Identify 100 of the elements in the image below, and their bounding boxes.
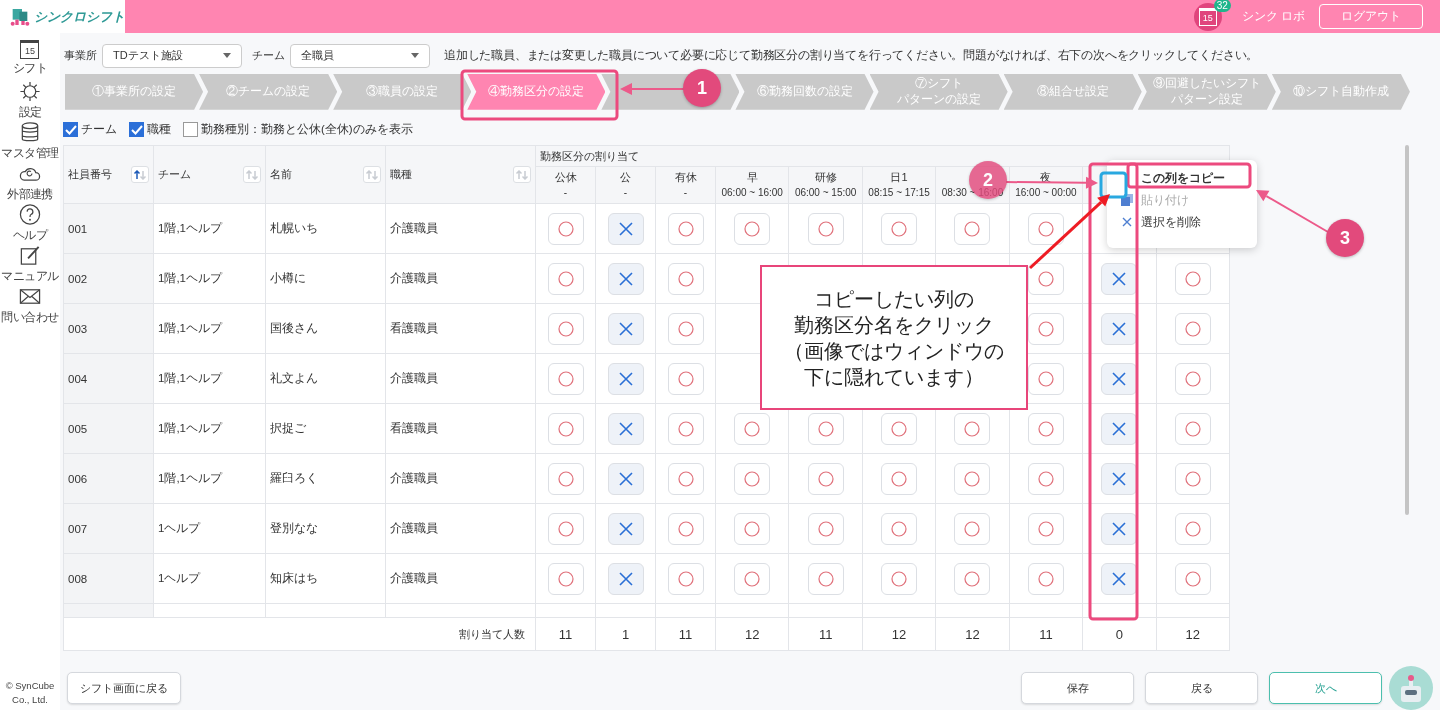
assignment-toggle[interactable] bbox=[954, 412, 991, 445]
assignment-toggle[interactable] bbox=[807, 412, 844, 445]
assignment-toggle[interactable] bbox=[1027, 262, 1064, 295]
assignment-toggle[interactable] bbox=[954, 462, 991, 495]
assignment-toggle[interactable] bbox=[734, 562, 771, 595]
sidebar-item[interactable]: ヘルプ bbox=[12, 203, 48, 244]
sidebar-item[interactable]: 15 シフト bbox=[12, 39, 48, 80]
assignment-toggle[interactable] bbox=[1174, 412, 1211, 445]
assignment-toggle[interactable] bbox=[667, 362, 704, 395]
assignment-toggle[interactable] bbox=[547, 262, 584, 295]
assignment-toggle[interactable] bbox=[1027, 412, 1064, 445]
assignment-toggle[interactable] bbox=[1101, 512, 1138, 545]
assignment-toggle[interactable] bbox=[954, 562, 991, 595]
table-cell: 004 bbox=[68, 372, 88, 385]
assignment-toggle[interactable] bbox=[607, 262, 644, 295]
sidebar-item[interactable]: マニュアル bbox=[1, 244, 59, 285]
cross-icon bbox=[1111, 470, 1128, 487]
assignment-toggle[interactable] bbox=[881, 212, 918, 245]
sort-button[interactable] bbox=[363, 166, 381, 183]
assignment-toggle[interactable] bbox=[1027, 312, 1064, 345]
assignment-toggle[interactable] bbox=[807, 212, 844, 245]
scrollbar[interactable] bbox=[1405, 145, 1409, 515]
assignment-toggle[interactable] bbox=[1027, 562, 1064, 595]
assignment-toggle[interactable] bbox=[1174, 462, 1211, 495]
checkbox[interactable] bbox=[63, 122, 78, 138]
menu-item[interactable]: 選択を削除 bbox=[1107, 211, 1257, 233]
checkbox[interactable] bbox=[129, 122, 144, 138]
assignment-toggle[interactable] bbox=[1101, 262, 1138, 295]
assignment-toggle[interactable] bbox=[607, 462, 644, 495]
assignment-toggle[interactable] bbox=[1174, 512, 1211, 545]
filter-label: 事業所 bbox=[64, 48, 97, 63]
assignment-toggle[interactable] bbox=[547, 362, 584, 395]
cross-icon bbox=[1111, 370, 1128, 387]
assignment-toggle[interactable] bbox=[734, 412, 771, 445]
assignment-toggle[interactable] bbox=[667, 212, 704, 245]
sidebar-item[interactable]: 設定 bbox=[18, 80, 42, 121]
assignment-toggle[interactable] bbox=[607, 412, 644, 445]
sidebar-item[interactable]: 外部連携 bbox=[7, 162, 53, 203]
assignment-toggle[interactable] bbox=[607, 362, 644, 395]
assignment-toggle[interactable] bbox=[667, 512, 704, 545]
circle-icon bbox=[964, 420, 981, 437]
circle-icon bbox=[891, 520, 908, 537]
assignment-toggle[interactable] bbox=[734, 512, 771, 545]
assignment-toggle[interactable] bbox=[881, 462, 918, 495]
assignment-toggle[interactable] bbox=[954, 512, 991, 545]
table-cell: 006 bbox=[68, 472, 88, 485]
sidebar-item[interactable]: マスタ管理 bbox=[1, 121, 59, 162]
assignment-toggle[interactable] bbox=[881, 412, 918, 445]
checkbox[interactable] bbox=[183, 122, 198, 138]
sort-button[interactable] bbox=[131, 166, 149, 183]
cross-icon bbox=[617, 320, 634, 337]
assignment-toggle[interactable] bbox=[1027, 512, 1064, 545]
assignment-toggle[interactable] bbox=[547, 212, 584, 245]
select-field[interactable]: TDテスト施設 bbox=[102, 43, 242, 68]
assignment-toggle[interactable] bbox=[1027, 362, 1064, 395]
assignment-toggle[interactable] bbox=[667, 262, 704, 295]
assignment-toggle[interactable] bbox=[1174, 312, 1211, 345]
action-button[interactable]: 戻る bbox=[1145, 672, 1258, 704]
assignment-toggle[interactable] bbox=[667, 412, 704, 445]
assignment-toggle[interactable] bbox=[1101, 462, 1138, 495]
assignment-toggle[interactable] bbox=[607, 312, 644, 345]
assignment-toggle[interactable] bbox=[607, 212, 644, 245]
assignment-toggle[interactable] bbox=[667, 312, 704, 345]
action-button[interactable]: 保存 bbox=[1021, 672, 1134, 704]
assignment-toggle[interactable] bbox=[1027, 212, 1064, 245]
assignment-toggle[interactable] bbox=[734, 462, 771, 495]
menu-item[interactable]: この列をコピー bbox=[1107, 167, 1257, 189]
assignment-toggle[interactable] bbox=[1174, 362, 1211, 395]
shift-time: 06:00 ~ 16:00 bbox=[721, 187, 783, 198]
assignment-toggle[interactable] bbox=[547, 312, 584, 345]
assignment-toggle[interactable] bbox=[807, 512, 844, 545]
assignment-toggle[interactable] bbox=[667, 462, 704, 495]
assignment-toggle[interactable] bbox=[607, 512, 644, 545]
assignment-toggle[interactable] bbox=[667, 562, 704, 595]
assignment-toggle[interactable] bbox=[881, 512, 918, 545]
assignment-toggle[interactable] bbox=[1027, 462, 1064, 495]
assignment-toggle[interactable] bbox=[807, 562, 844, 595]
assignment-toggle[interactable] bbox=[547, 412, 584, 445]
select-field[interactable]: 全職員 bbox=[290, 43, 430, 68]
sort-button[interactable] bbox=[243, 166, 261, 183]
sidebar-item[interactable]: 問い合わせ bbox=[1, 285, 59, 326]
assignment-toggle[interactable] bbox=[881, 562, 918, 595]
assignment-toggle[interactable] bbox=[734, 212, 771, 245]
assignment-toggle[interactable] bbox=[547, 512, 584, 545]
cross-icon bbox=[1111, 420, 1128, 437]
assignment-toggle[interactable] bbox=[547, 462, 584, 495]
assignment-toggle[interactable] bbox=[607, 562, 644, 595]
sort-button[interactable] bbox=[513, 166, 531, 183]
assignment-toggle[interactable] bbox=[1101, 362, 1138, 395]
back-to-shift-button[interactable]: シフト画面に戻る bbox=[67, 672, 181, 704]
assignment-toggle[interactable] bbox=[1101, 412, 1138, 445]
assignment-toggle[interactable] bbox=[1174, 262, 1211, 295]
assignment-toggle[interactable] bbox=[1101, 312, 1138, 345]
assignment-toggle[interactable] bbox=[1101, 562, 1138, 595]
assignment-toggle[interactable] bbox=[547, 562, 584, 595]
assignment-toggle[interactable] bbox=[807, 462, 844, 495]
assignment-toggle[interactable] bbox=[1174, 562, 1211, 595]
table-cell: 1階,1ヘルプ bbox=[158, 422, 222, 434]
robot-avatar[interactable] bbox=[1389, 666, 1433, 710]
assignment-toggle[interactable] bbox=[954, 212, 991, 245]
